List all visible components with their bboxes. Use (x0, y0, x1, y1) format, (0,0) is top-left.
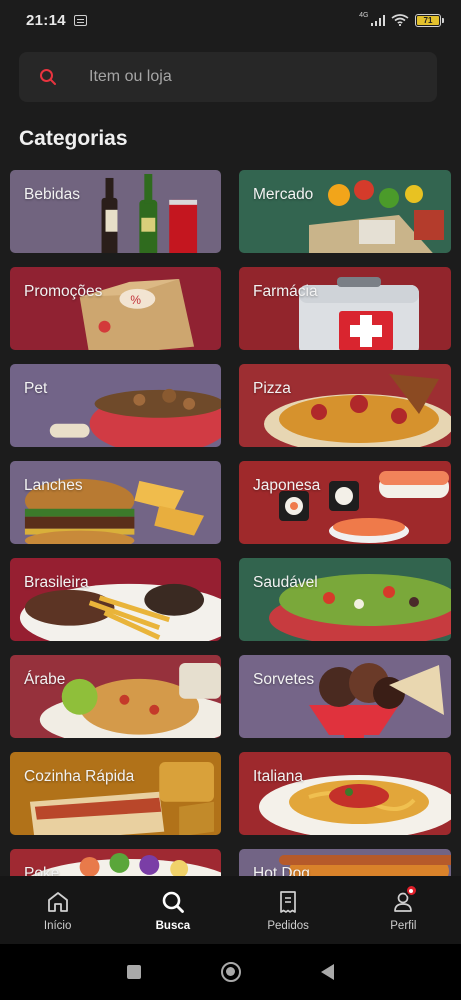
pet-image (49, 388, 221, 447)
pharmacy-image (299, 277, 419, 350)
category-card-promo[interactable]: % Promoções (10, 267, 221, 350)
signal-icon (370, 14, 385, 26)
nav-item-busca[interactable]: Busca (115, 876, 230, 944)
nav-item-inicio[interactable]: Início (0, 876, 115, 944)
category-label: Sorvetes (253, 671, 315, 688)
bottom-nav: Início Busca Pedidos Perfil (0, 876, 461, 944)
nav-label-pedidos: Pedidos (267, 919, 309, 932)
icecream-image (309, 663, 444, 738)
category-card-poke[interactable]: Poke (10, 849, 221, 876)
status-bar: 21:14 4G 71 (0, 0, 461, 40)
sushi-image (279, 471, 449, 543)
category-card-fast[interactable]: Cozinha Rápida (10, 752, 221, 835)
category-label: Brasileira (24, 574, 89, 591)
category-label: Árabe (24, 671, 66, 688)
category-label: Bebidas (24, 186, 81, 203)
status-indicators: 4G 71 (359, 11, 444, 27)
category-label: Mercado (253, 186, 314, 203)
category-label: Italiana (253, 768, 303, 785)
notification-icon (73, 14, 87, 26)
category-label: Pet (24, 380, 48, 397)
category-card-pasta[interactable]: Italiana (239, 752, 451, 835)
search-icon (162, 891, 184, 913)
category-label: Hot Dog (253, 865, 310, 876)
category-label: Saudável (253, 574, 318, 591)
nav-item-pedidos[interactable]: Pedidos (231, 876, 346, 944)
system-nav-bar (0, 944, 461, 1000)
status-time: 21:14 (26, 11, 66, 29)
category-card-market[interactable]: Mercado (239, 170, 451, 253)
brasileira-image (19, 583, 221, 641)
receipt-icon (280, 890, 296, 913)
fast-image (29, 761, 214, 835)
category-label: Poke (24, 865, 60, 876)
search-input[interactable] (89, 68, 389, 86)
category-card-hotdog[interactable]: Hot Dog (239, 849, 451, 876)
category-label: Pizza (253, 380, 291, 397)
search-icon (40, 69, 56, 85)
notification-badge (404, 884, 418, 897)
arabe-image (39, 662, 221, 738)
category-label: Cozinha Rápida (24, 768, 135, 785)
nav-label-perfil: Perfil (390, 919, 417, 932)
network-type: 4G (359, 11, 369, 19)
wifi-icon (391, 14, 409, 26)
category-card-salad[interactable]: Saudável (239, 558, 451, 641)
market-image (309, 180, 444, 253)
promo-image: % (79, 278, 195, 350)
nav-item-perfil[interactable]: Perfil (346, 876, 461, 944)
salad-image (269, 574, 451, 641)
battery-level: 71 (417, 15, 439, 25)
category-card-burger[interactable]: Lanches (10, 461, 221, 544)
category-card-pizza[interactable]: Pizza (239, 364, 451, 447)
burger-image (24, 478, 205, 544)
category-label: Farmácia (253, 283, 318, 300)
nav-label-inicio: Início (43, 919, 72, 932)
category-label: Japonesa (253, 477, 321, 494)
category-card-pet[interactable]: Pet (10, 364, 221, 447)
category-card-icecream[interactable]: Sorvetes (239, 655, 451, 738)
category-label: Promoções (24, 283, 103, 300)
category-card-brasileira[interactable]: Brasileira (10, 558, 221, 641)
categories-title: Categorias (19, 127, 128, 150)
svg-text:%: % (130, 293, 141, 307)
nav-label-busca: Busca (155, 919, 191, 932)
categories-grid-viewport[interactable]: Bebidas Mercado% Promoções Farmácia Pet Pizza… (0, 170, 461, 876)
category-label: Lanches (24, 477, 83, 494)
categories-grid: Bebidas Mercado% Promoções Farmácia Pet Pizza… (0, 170, 461, 876)
back-button[interactable] (321, 964, 334, 980)
category-card-drinks[interactable]: Bebidas (10, 170, 221, 253)
pizza-image (264, 374, 451, 447)
home-button[interactable] (221, 962, 241, 982)
home-icon (47, 891, 68, 912)
category-card-sushi[interactable]: Japonesa (239, 461, 451, 544)
pasta-image (259, 775, 451, 835)
drinks-image (101, 173, 198, 253)
search-bar[interactable] (19, 52, 437, 102)
category-card-pharmacy[interactable]: Farmácia (239, 267, 451, 350)
recent-apps-button[interactable] (127, 965, 141, 979)
category-card-arabe[interactable]: Árabe (10, 655, 221, 738)
battery-icon: 71 (415, 13, 444, 27)
